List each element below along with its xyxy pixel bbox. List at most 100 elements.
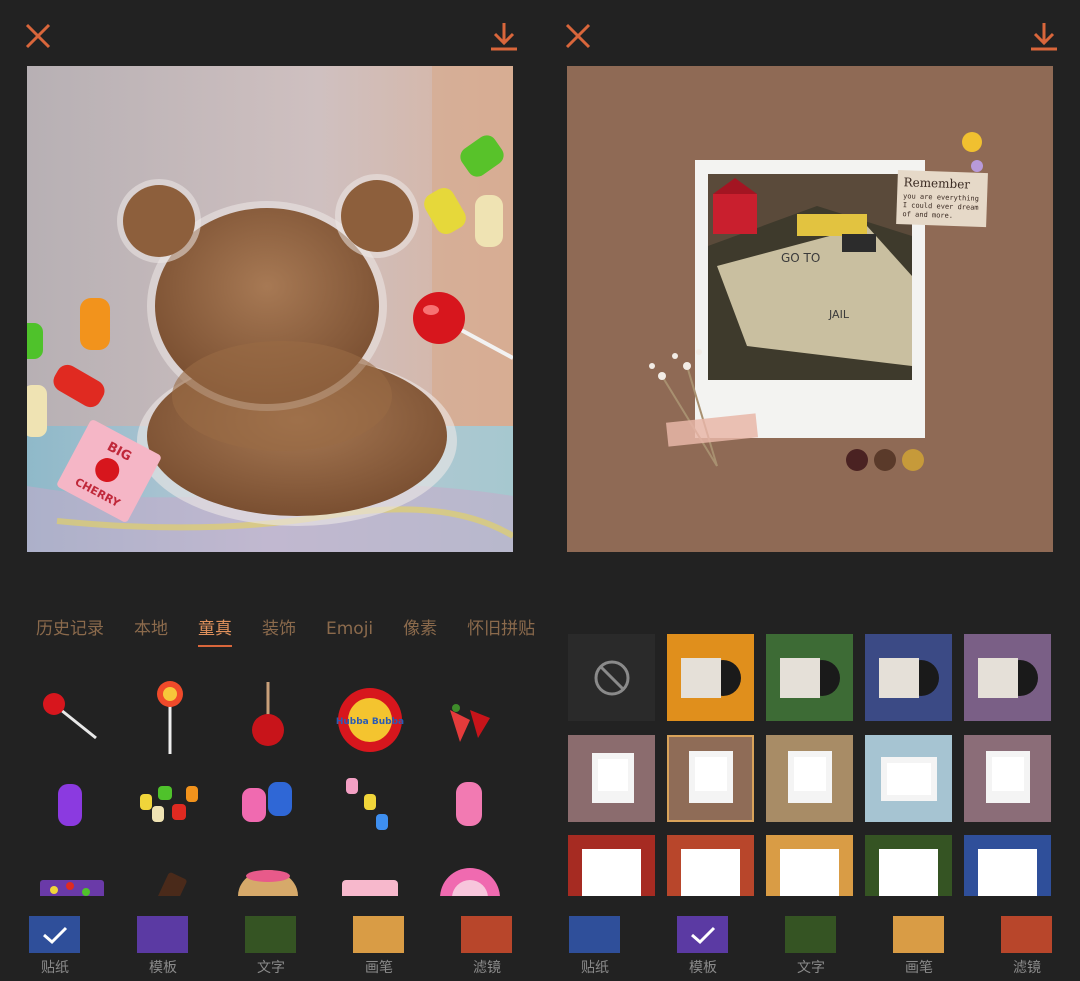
template-collage-brown[interactable]	[667, 735, 754, 822]
collage-thumbnail	[865, 735, 952, 822]
record-thumbnail	[865, 634, 952, 721]
collage-thumbnail	[667, 735, 754, 822]
polaroid-frame: GO TO JAIL	[695, 160, 925, 438]
sticker-lollipop-swirl[interactable]	[130, 676, 210, 756]
template-record-green[interactable]	[766, 634, 853, 721]
close-icon[interactable]	[562, 20, 594, 52]
collage-thumbnail	[568, 735, 655, 822]
sticker-gummy-mix[interactable]	[130, 764, 210, 844]
no-template-icon	[594, 660, 630, 696]
sticker-chocolate-bar[interactable]	[130, 854, 210, 896]
board-text-jail: JAIL	[828, 308, 850, 321]
close-icon[interactable]	[22, 20, 54, 52]
template-record-orange[interactable]	[667, 634, 754, 721]
tool-label: 模板	[149, 960, 177, 976]
template-frame-mustard[interactable]	[766, 835, 853, 896]
template-editor-panel: GO TO JAIL Remember you are everything I…	[540, 0, 1080, 981]
template-record-navy[interactable]	[865, 634, 952, 721]
tab-emoji[interactable]: Emoji	[326, 612, 373, 646]
frame-thumbnail	[667, 835, 754, 896]
sticker-gummy-pink[interactable]	[430, 764, 510, 844]
bottom-toolbar: 贴纸 模板 文字 画笔 滤镜	[540, 912, 1080, 981]
bottom-toolbar: 贴纸 模板 文字 画笔 滤镜	[0, 912, 540, 981]
gum-label: Hubba Bubba	[336, 717, 404, 727]
tool-label: 滤镜	[473, 960, 501, 976]
checkmark-icon	[43, 926, 68, 945]
remember-note: Remember you are everything I could ever…	[896, 170, 988, 228]
record-thumbnail	[667, 634, 754, 721]
tab-childlike[interactable]: 童真	[198, 612, 232, 647]
template-collage-rose[interactable]	[964, 735, 1051, 822]
wax-seal-decorations	[846, 449, 924, 471]
tool-label: 滤镜	[1013, 960, 1041, 976]
template-collage-sky[interactable]	[865, 735, 952, 822]
tool-label: 模板	[689, 960, 717, 976]
sticker-gummy-purple[interactable]	[30, 764, 110, 844]
note-title: Remember	[903, 175, 970, 191]
filters-swatch	[461, 916, 512, 953]
brush-swatch	[893, 916, 944, 953]
sticker-candy-jar[interactable]	[228, 854, 308, 896]
frame-thumbnail	[964, 835, 1051, 896]
sticker-lollipop-red[interactable]	[30, 680, 110, 760]
download-icon[interactable]	[488, 20, 520, 52]
tool-templates[interactable]: 模板	[133, 912, 193, 981]
filters-swatch	[1001, 916, 1052, 953]
sticker-gum-tape[interactable]	[430, 854, 510, 896]
sticker-grid: Hubba Bubba	[0, 668, 540, 896]
sticker-strawberry[interactable]	[430, 680, 510, 760]
sticker-gummy-pink-blue[interactable]	[228, 764, 308, 844]
template-frame-red[interactable]	[568, 835, 655, 896]
tool-templates[interactable]: 模板	[673, 912, 733, 981]
tab-pixel[interactable]: 像素	[403, 612, 437, 646]
sticker-editor-panel: BIG CHERRY 历史记录 本地 童真 装饰 Emoji 像素 怀旧拼贴 H…	[0, 0, 540, 981]
tab-local[interactable]: 本地	[134, 612, 168, 646]
tool-text[interactable]: 文字	[781, 912, 841, 981]
brush-swatch	[353, 916, 404, 953]
collage-thumbnail	[766, 735, 853, 822]
template-record-purple[interactable]	[964, 634, 1051, 721]
template-canvas[interactable]: GO TO JAIL Remember you are everything I…	[567, 66, 1053, 552]
template-collage-mauve[interactable]	[568, 735, 655, 822]
sticker-candy-pink-pack[interactable]	[330, 854, 410, 896]
tool-label: 画笔	[905, 960, 933, 976]
template-frame-blue[interactable]	[964, 835, 1051, 896]
collage-thumbnail	[964, 735, 1051, 822]
tool-filters[interactable]: 滤镜	[457, 912, 517, 981]
frame-thumbnail	[865, 835, 952, 896]
sticker-gummy-scatter[interactable]	[330, 764, 410, 844]
template-collage-tan[interactable]	[766, 735, 853, 822]
frame-thumbnail	[568, 835, 655, 896]
tool-label: 画笔	[365, 960, 393, 976]
text-swatch	[785, 916, 836, 953]
stickers-swatch	[569, 916, 620, 953]
checkmark-icon	[691, 926, 716, 945]
stickers-swatch	[29, 916, 80, 953]
templates-swatch	[137, 916, 188, 953]
tool-stickers[interactable]: 贴纸	[25, 912, 85, 981]
sticker-category-tabs: 历史记录 本地 童真 装饰 Emoji 像素 怀旧拼贴	[0, 612, 540, 652]
download-icon[interactable]	[1028, 20, 1060, 52]
sticker-candy-bag[interactable]	[30, 854, 110, 896]
tab-retro-collage[interactable]: 怀旧拼贴	[467, 612, 535, 646]
record-thumbnail	[964, 634, 1051, 721]
tab-decoration[interactable]: 装饰	[262, 612, 296, 646]
tool-text[interactable]: 文字	[241, 912, 301, 981]
tool-filters[interactable]: 滤镜	[997, 912, 1057, 981]
template-grid	[568, 634, 1080, 896]
record-thumbnail	[766, 634, 853, 721]
tool-stickers[interactable]: 贴纸	[565, 912, 625, 981]
tool-brush[interactable]: 画笔	[349, 912, 409, 981]
tab-history[interactable]: 历史记录	[36, 612, 104, 646]
photo-canvas[interactable]: BIG CHERRY	[27, 66, 513, 552]
tool-label: 文字	[797, 960, 825, 976]
template-none[interactable]	[568, 634, 655, 721]
tool-brush[interactable]: 画笔	[889, 912, 949, 981]
sticker-hubba-bubba[interactable]: Hubba Bubba	[330, 680, 410, 760]
board-text-goto: GO TO	[781, 251, 820, 265]
template-frame-rust[interactable]	[667, 835, 754, 896]
tool-label: 文字	[257, 960, 285, 976]
text-swatch	[245, 916, 296, 953]
template-frame-green[interactable]	[865, 835, 952, 896]
sticker-candy-apple[interactable]	[228, 678, 308, 758]
